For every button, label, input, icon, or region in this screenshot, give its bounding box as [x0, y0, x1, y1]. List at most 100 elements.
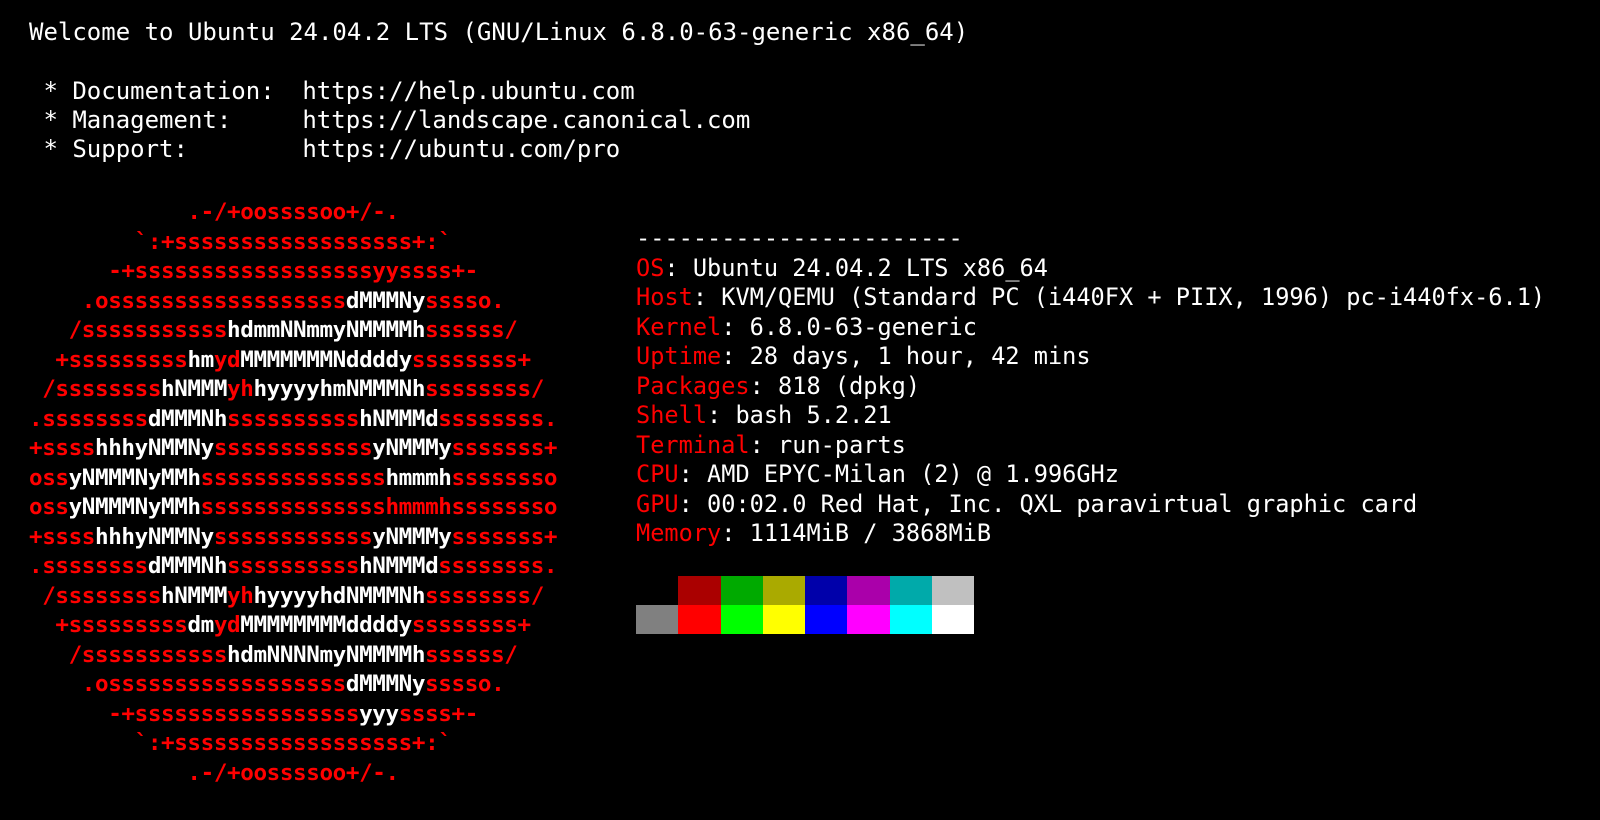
info-shell: Shell: bash 5.2.21 — [636, 401, 1545, 431]
logo-segment: sssssssssssssshmmmhssssssso — [200, 494, 558, 520]
info-key: Shell — [636, 401, 708, 429]
info-separator: ----------------------- — [636, 224, 963, 252]
logo-segment: sssso. — [425, 287, 505, 314]
logo-segment: yNMMMy — [372, 435, 452, 461]
info-key: Memory — [636, 519, 722, 547]
logo-segment: yyy — [359, 700, 399, 727]
logo-segment: yd — [213, 612, 241, 638]
logo-segment: hhhyNMMNy — [95, 435, 214, 461]
info-value: : 818 (dpkg) — [749, 371, 921, 400]
logo-segment: yh — [227, 376, 254, 402]
logo-line: /ssssssssssshdmNNNNmyNMMMMhssssss/ — [29, 641, 557, 671]
logo-segment: ssssssss. — [438, 553, 558, 579]
management-url: https://landscape.canonical.com — [302, 106, 751, 134]
logo-segment: sssso. — [425, 671, 505, 697]
logo-segment: ssssssssss — [227, 405, 360, 432]
logo-segment: oss — [29, 464, 69, 491]
logo-segment: ssssssssssss — [213, 523, 373, 550]
logo-segment: dMMMNh — [147, 553, 228, 579]
logo-segment: ssssssss. — [438, 405, 558, 432]
info-key: GPU — [636, 489, 679, 518]
color-swatch — [720, 605, 763, 634]
logo-segment: `:+ssssssssssssssssss+:` — [29, 730, 452, 756]
info-value: : KVM/QEMU (Standard PC (i440FX + PIIX, … — [692, 283, 1546, 311]
motd-link-support: * Support: https://ubuntu.com/pro — [29, 134, 620, 164]
info-host: Host: KVM/QEMU (Standard PC (i440FX + PI… — [636, 283, 1545, 313]
logo-segment: yNMMMy — [372, 523, 452, 550]
info-value: : 00:02.0 Red Hat, Inc. QXL paravirtual … — [678, 489, 1418, 518]
info-value: : 1114MiB / 3868MiB — [721, 519, 992, 547]
color-swatch — [805, 605, 848, 634]
logo-line: `:+ssssssssssssssssss+:` — [29, 228, 557, 258]
color-swatch — [847, 576, 890, 605]
color-swatch — [678, 605, 721, 634]
color-swatch — [889, 576, 932, 605]
logo-line: .ossssssssssssssssssdMMMNysssso. — [29, 287, 557, 317]
logo-segment: /sssssssssss — [29, 641, 228, 668]
info-key: OS — [636, 253, 665, 282]
logo-segment: dMMMNh — [147, 405, 228, 432]
logo-line: +sssshhhyNMMNyssssssssssssyNMMMysssssss+ — [29, 523, 558, 553]
palette-row-normal — [636, 576, 974, 605]
logo-segment: .-/+oossssoo+/-. — [29, 199, 399, 225]
info-value: : bash 5.2.21 — [707, 401, 892, 429]
welcome-line: Welcome to Ubuntu 24.04.2 LTS (GNU/Linux… — [29, 18, 969, 46]
logo-line: +ssssssssshmydMMMMMMMNddddyssssssss+ — [29, 346, 557, 376]
color-swatch — [889, 605, 932, 634]
logo-line: .ossssssssssssssssssdMMMNysssso. — [29, 670, 557, 700]
bullet: * — [29, 106, 73, 134]
color-swatch — [805, 576, 848, 605]
palette-row-bright — [636, 605, 974, 634]
info-key: CPU — [636, 460, 679, 488]
logo-segment: ssssssss+ — [411, 612, 531, 638]
info-os: OS: Ubuntu 24.04.2 LTS x86_64 — [636, 254, 1545, 284]
logo-line: .ssssssssdMMMNhsssssssssshNMMMdssssssss. — [29, 552, 558, 582]
color-swatch — [847, 605, 890, 634]
info-kernel: Kernel: 6.8.0-63-generic — [636, 313, 1545, 343]
color-swatch — [720, 576, 763, 605]
logo-segment: hdmNNNNmyNMMMMh — [227, 641, 426, 668]
logo-line: -+sssssssssssssssssyyyssss+- — [29, 700, 557, 730]
terminal-window[interactable]: Welcome to Ubuntu 24.04.2 LTS (GNU/Linux… — [0, 0, 1600, 820]
logo-segment: oss — [29, 494, 69, 520]
logo-segment: /sssssssssss — [29, 317, 228, 343]
info-terminal: Terminal: run-parts — [636, 431, 1545, 461]
info-value: : AMD EPYC-Milan (2) @ 1.996GHz — [678, 460, 1119, 488]
color-swatch — [762, 605, 805, 634]
info-key: Kernel — [636, 312, 722, 341]
logo-line: +sssssssssdmydMMMMMMMMddddyssssssss+ — [29, 611, 557, 641]
logo-segment: yNMMMNyMMh — [68, 464, 201, 491]
documentation-url: https://help.ubuntu.com — [302, 77, 635, 105]
logo-segment: ssssssss/ — [425, 582, 544, 609]
logo-segment: .ssssssss — [29, 553, 148, 579]
logo-segment: .-/+oossssoo+/-. — [29, 759, 399, 786]
logo-segment: hyyyyhdNMMMNh — [253, 582, 426, 609]
logo-segment: hNMMM — [161, 376, 228, 402]
logo-segment: +ssss — [29, 435, 96, 461]
info-cpu: CPU: AMD EPYC-Milan (2) @ 1.996GHz — [636, 460, 1545, 490]
logo-segment: .ssssssss — [29, 405, 148, 432]
info-key: Uptime — [636, 342, 722, 370]
support-url: https://ubuntu.com/pro — [302, 135, 621, 163]
color-swatch — [931, 576, 974, 605]
bullet: * — [29, 77, 73, 105]
logo-segment: MMMMMMMMddddy — [240, 612, 412, 638]
info-value: : 28 days, 1 hour, 42 mins — [721, 342, 1091, 370]
info-packages: Packages: 818 (dpkg) — [636, 372, 1545, 402]
logo-segment: ssssss/ — [425, 641, 518, 668]
logo-segment: hNMMM — [161, 582, 228, 609]
logo-segment: ssss+- — [398, 700, 479, 727]
logo-segment: +sssssssss — [29, 612, 188, 638]
logo-line: ossyNMMMNyMMhsssssssssssssshmmmhssssssso — [29, 464, 558, 494]
logo-segment: /ssssssss — [29, 376, 162, 402]
logo-line: /sssssssshNMMMyhhyyyyhdNMMMNhssssssss/ — [29, 582, 557, 612]
info-key: Packages — [636, 371, 750, 400]
info-value: : 6.8.0-63-generic — [721, 312, 977, 341]
logo-segment: `:+ssssssssssssssssss+:` — [29, 228, 452, 255]
link-label: Management: — [72, 106, 232, 134]
info-uptime: Uptime: 28 days, 1 hour, 42 mins — [636, 342, 1545, 372]
logo-segment: MMMMMMMNddddy — [240, 346, 412, 373]
logo-segment: -+sssssssssssssssss — [29, 700, 360, 727]
color-swatch — [636, 605, 679, 634]
logo-segment: .ossssssssssssssssss — [29, 671, 346, 697]
